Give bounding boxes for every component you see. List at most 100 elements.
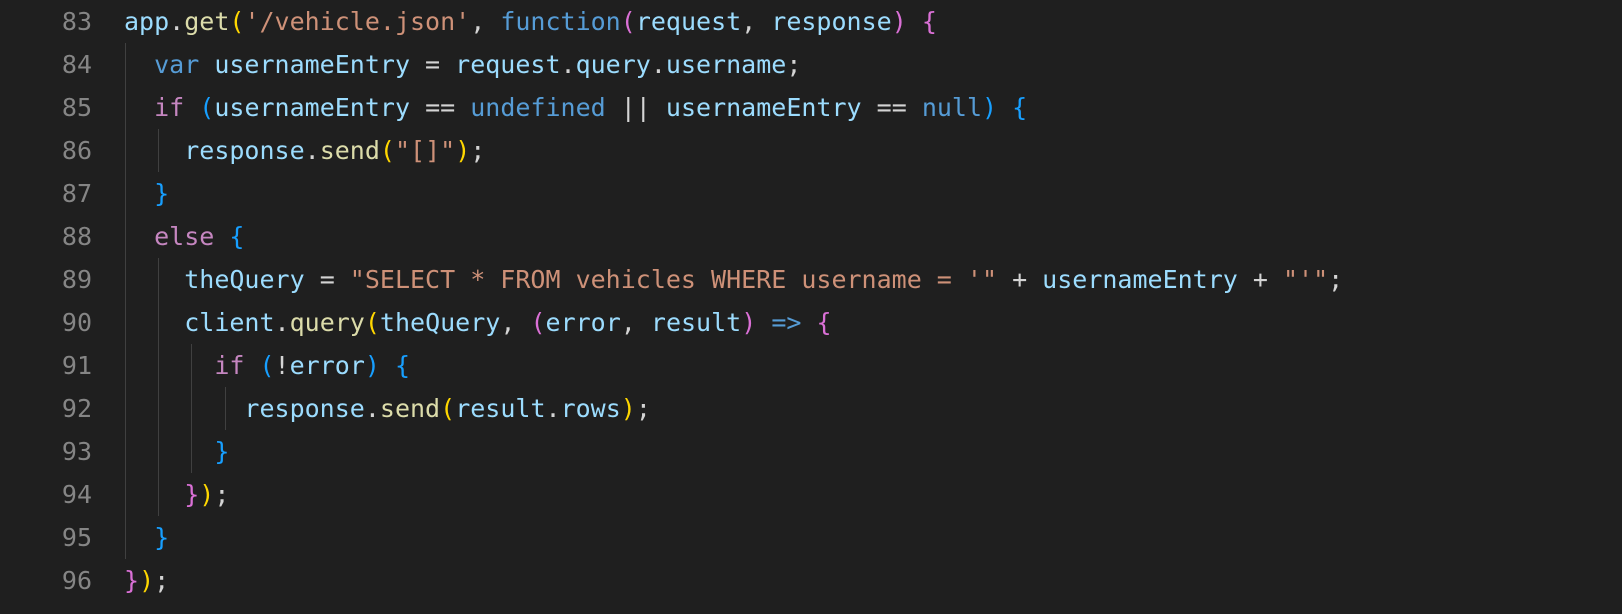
- code-token: request: [635, 7, 742, 36]
- code-token: }: [154, 179, 170, 208]
- code-token: }: [214, 437, 230, 466]
- code-line[interactable]: theQuery = "SELECT * FROM vehicles WHERE…: [124, 258, 1622, 301]
- code-token: =>: [771, 308, 802, 337]
- code-token: .: [650, 50, 666, 79]
- code-editor[interactable]: 83 84 85 86 87 88 89 90 91 92 93 94 95 96 app.get('/v…: [0, 0, 1622, 614]
- code-token: ): [364, 351, 380, 380]
- indent-guide: [125, 344, 126, 387]
- code-token: result: [455, 394, 546, 423]
- code-token: ,: [500, 308, 531, 337]
- code-token: ,: [470, 7, 501, 36]
- code-line[interactable]: client.query(theQuery, (error, result) =…: [124, 301, 1622, 344]
- code-line[interactable]: }: [124, 172, 1622, 215]
- code-token: rows: [560, 394, 621, 423]
- line-number: 88: [61, 222, 92, 251]
- code-token: request: [455, 50, 561, 79]
- code-token: {: [395, 351, 411, 380]
- code-token: send: [379, 394, 441, 423]
- code-token: ;: [786, 50, 802, 79]
- code-token: +: [1237, 265, 1283, 294]
- code-token: (: [199, 93, 215, 122]
- code-token: (: [620, 7, 636, 36]
- code-token: function: [500, 7, 621, 36]
- indent-guide: [191, 344, 193, 387]
- code-token: error: [289, 351, 365, 380]
- indent-guide: [158, 430, 160, 473]
- code-token: theQuery: [184, 265, 305, 294]
- code-line[interactable]: }: [124, 516, 1622, 559]
- code-token: error: [545, 308, 621, 337]
- code-token: '/vehicle.json': [244, 7, 471, 36]
- indent-guide: [191, 387, 193, 430]
- line-number: 96: [61, 566, 92, 595]
- code-line[interactable]: var usernameEntry = request.query.userna…: [124, 43, 1622, 86]
- code-token: "'": [1283, 265, 1329, 294]
- line-number: 94: [61, 480, 92, 509]
- line-number: 83: [61, 7, 92, 36]
- code-token: ,: [620, 308, 651, 337]
- code-token: .: [274, 308, 290, 337]
- code-line[interactable]: });: [124, 473, 1622, 516]
- code-area[interactable]: app.get('/vehicle.json', function(reques…: [124, 0, 1622, 602]
- code-line[interactable]: app.get('/vehicle.json', function(reques…: [124, 0, 1622, 43]
- code-token: {: [1012, 93, 1028, 122]
- code-token: response: [771, 7, 892, 36]
- line-number: 84: [61, 50, 92, 79]
- code-token: get: [184, 7, 230, 36]
- code-token: var: [154, 50, 200, 79]
- code-token: usernameEntry: [1042, 265, 1238, 294]
- code-token: theQuery: [379, 308, 501, 337]
- line-number: 93: [61, 437, 92, 466]
- code-token: ): [620, 394, 636, 423]
- code-line[interactable]: }: [124, 430, 1622, 473]
- code-token: ,: [741, 7, 772, 36]
- code-token: usernameEntry: [665, 93, 862, 122]
- code-token: ): [139, 566, 155, 595]
- indent-guide: [125, 387, 126, 430]
- code-token: !: [274, 351, 290, 380]
- indent-guide: [158, 301, 160, 344]
- line-number: 91: [61, 351, 92, 380]
- code-token: (: [259, 351, 275, 380]
- indent-guide: [125, 430, 126, 473]
- code-token: send: [319, 136, 380, 165]
- code-token: ==: [861, 93, 922, 122]
- code-token: .: [304, 136, 320, 165]
- code-token: client: [184, 308, 275, 337]
- code-token: query: [575, 50, 651, 79]
- code-token: =: [410, 50, 456, 79]
- code-token: {: [229, 222, 245, 251]
- code-line[interactable]: else {: [124, 215, 1622, 258]
- code-token: }: [154, 523, 170, 552]
- code-line[interactable]: if (usernameEntry == undefined || userna…: [124, 86, 1622, 129]
- code-token: ;: [1328, 265, 1344, 294]
- indent-guide: [125, 301, 126, 344]
- code-token: ||: [605, 93, 666, 122]
- indent-guide: [158, 473, 160, 516]
- code-token: =: [304, 265, 350, 294]
- indent-guide: [125, 43, 126, 86]
- code-line[interactable]: });: [124, 559, 1622, 602]
- code-line[interactable]: response.send("[]");: [124, 129, 1622, 172]
- indent-guide: [158, 129, 160, 172]
- line-number: 90: [61, 308, 92, 337]
- code-token: +: [997, 265, 1043, 294]
- code-token: response: [244, 394, 365, 423]
- code-line[interactable]: response.send(result.rows);: [124, 387, 1622, 430]
- line-number: 89: [61, 265, 92, 294]
- code-line[interactable]: if (!error) {: [124, 344, 1622, 387]
